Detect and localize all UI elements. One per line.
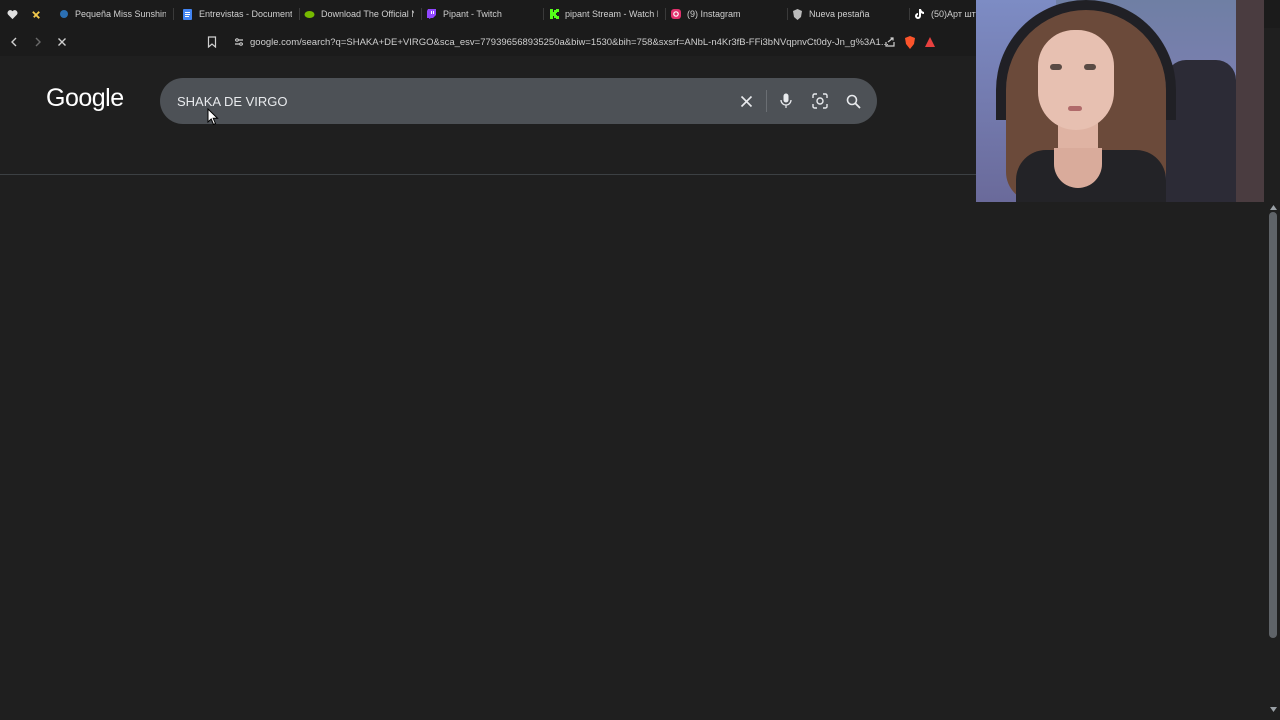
browser-toolbar: google.com/search?q=SHAKA+DE+VIRGO&sca_e… xyxy=(0,28,976,56)
chevron-right-icon xyxy=(35,37,41,47)
tab-3[interactable]: Pipant - Twitch xyxy=(422,0,544,28)
header-divider xyxy=(0,174,976,175)
search-button[interactable] xyxy=(843,91,863,111)
pinned-tab-extension[interactable] xyxy=(24,0,48,28)
address-bar[interactable]: google.com/search?q=SHAKA+DE+VIRGO&sca_e… xyxy=(234,32,952,52)
tab-6[interactable]: Nueva pestaña xyxy=(788,0,910,28)
webcam-overlay xyxy=(976,0,1264,202)
search-input[interactable] xyxy=(177,91,717,111)
mouse-cursor-icon xyxy=(207,108,219,126)
kick-icon xyxy=(548,9,559,20)
close-icon xyxy=(58,38,66,46)
google-logo[interactable]: Google xyxy=(46,84,124,113)
close-icon xyxy=(740,95,752,107)
brave-rewards-icon[interactable] xyxy=(924,36,936,48)
toolbar-actions xyxy=(884,32,936,52)
twitch-icon xyxy=(426,9,437,20)
scrollbar-thumb[interactable] xyxy=(1269,212,1277,638)
tab-4[interactable]: pipant Stream - Watch Li xyxy=(544,0,666,28)
page-background-right xyxy=(976,202,1266,720)
stop-loading-button[interactable] xyxy=(52,32,72,52)
tab-label: (50)Арт штаны xyxy=(931,9,978,19)
tab-label: Pequeña Miss Sunshine | xyxy=(75,9,166,19)
brave-shields-icon[interactable] xyxy=(904,35,916,49)
pinned-tab-heart[interactable] xyxy=(0,0,24,28)
tab-label: (9) Instagram xyxy=(687,9,741,19)
scroll-up-button[interactable] xyxy=(1268,202,1278,212)
tab-5[interactable]: (9) Instagram xyxy=(666,0,788,28)
tab-label: Entrevistas - Documento xyxy=(199,9,292,19)
tab-label: Nueva pestaña xyxy=(809,9,870,19)
back-button[interactable] xyxy=(4,32,24,52)
instagram-icon xyxy=(670,9,681,20)
microphone-icon xyxy=(780,93,792,108)
tab-7[interactable]: (50)Арт штаны xyxy=(910,0,986,28)
triangle-down-icon xyxy=(1269,706,1277,712)
address-url[interactable]: google.com/search?q=SHAKA+DE+VIRGO&sca_e… xyxy=(250,37,952,48)
tab-2[interactable]: Download The Official N xyxy=(300,0,422,28)
search-icon xyxy=(846,94,861,109)
nvidia-icon xyxy=(304,9,315,20)
tab-1[interactable]: Entrevistas - Documento xyxy=(178,0,300,28)
tab-label: Download The Official N xyxy=(321,9,414,19)
lens-search-button[interactable] xyxy=(810,91,830,111)
chevron-left-icon xyxy=(11,37,17,47)
site-settings-icon[interactable] xyxy=(234,37,244,47)
camera-lens-icon xyxy=(812,93,828,109)
heart-icon xyxy=(6,9,18,19)
triangle-up-icon xyxy=(1269,204,1277,210)
share-icon[interactable] xyxy=(884,36,896,48)
clear-search-button[interactable] xyxy=(736,91,756,111)
tab-0[interactable]: Pequeña Miss Sunshine | xyxy=(54,0,174,28)
tab-label: pipant Stream - Watch Li xyxy=(565,9,658,19)
bookmark-button[interactable] xyxy=(202,32,222,52)
tiktok-icon xyxy=(914,9,925,20)
puzzle-icon xyxy=(31,10,40,19)
voice-search-button[interactable] xyxy=(776,91,796,111)
divider xyxy=(766,90,767,112)
forward-button[interactable] xyxy=(28,32,48,52)
bookmark-icon xyxy=(207,36,217,48)
tab-label: Pipant - Twitch xyxy=(443,9,502,19)
scroll-down-button[interactable] xyxy=(1268,704,1278,714)
search-box[interactable] xyxy=(160,78,877,124)
brave-shield-icon xyxy=(792,8,803,20)
film-icon xyxy=(58,9,69,20)
docs-icon xyxy=(182,8,193,20)
google-results-page: Google xyxy=(0,56,976,720)
